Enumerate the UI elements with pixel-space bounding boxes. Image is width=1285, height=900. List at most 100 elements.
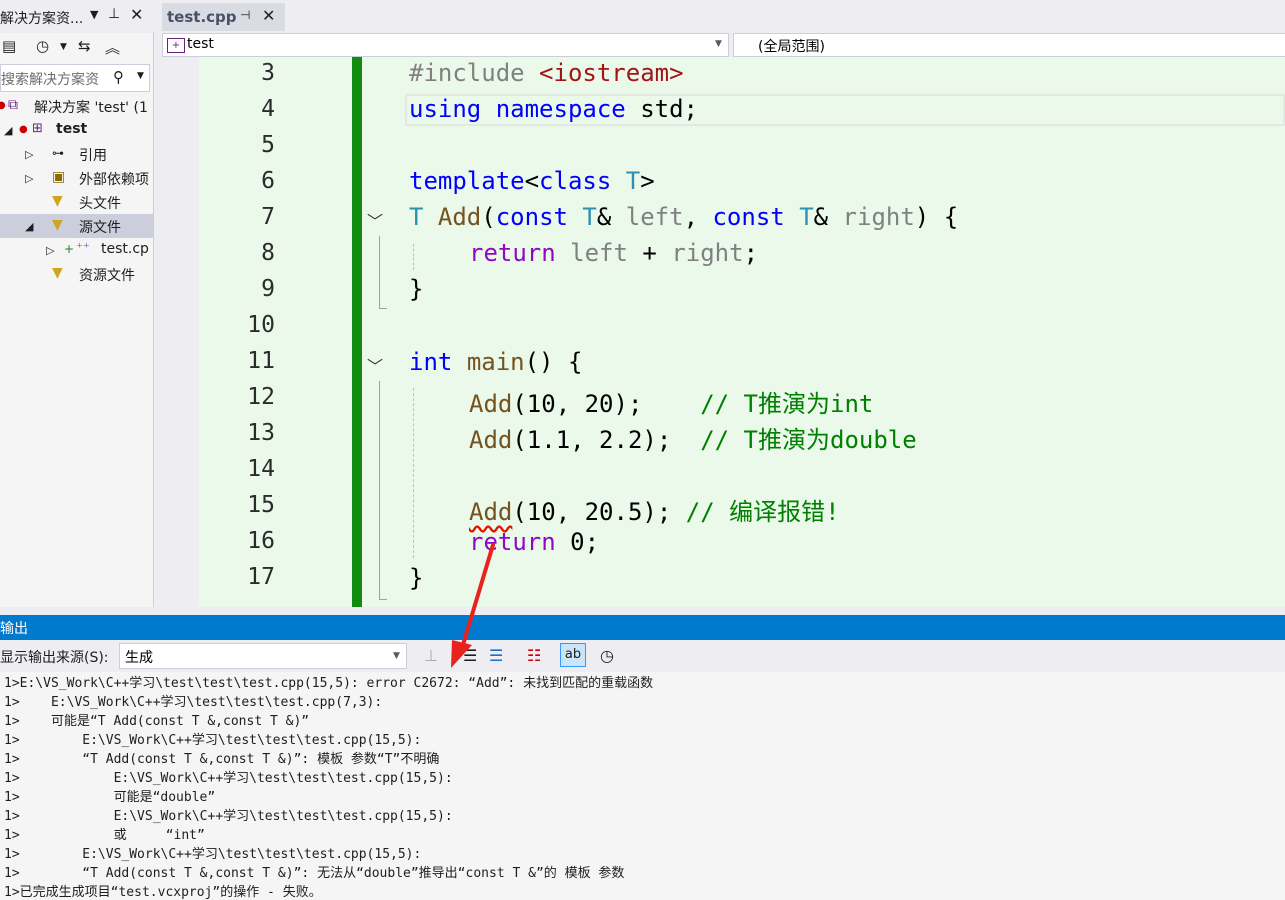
- output-panel-header: 输出: [0, 615, 1285, 640]
- keyword-token: using: [409, 95, 482, 123]
- tab-test-cpp[interactable]: test.cpp ⊣ ✕: [162, 3, 285, 31]
- code-line-7: T Add(const T& left, const T& right) {: [409, 203, 958, 231]
- code-token: (10, 20.5);: [512, 498, 686, 526]
- preprocessor-token: #include: [409, 59, 540, 87]
- pin-icon[interactable]: ⊣: [240, 8, 250, 22]
- indent-guide: [413, 244, 414, 270]
- output-line: 1> E:\VS_Work\C++学习\test\test\test.cpp(1…: [4, 809, 453, 824]
- project-scope-value: test: [187, 36, 214, 52]
- output-panel-title: 输出: [0, 621, 28, 637]
- tree-item-references[interactable]: ▷ ⊶ 引用: [0, 142, 153, 166]
- output-source-value: 生成: [125, 650, 153, 666]
- output-line: 1> 可能是“double”: [4, 790, 216, 805]
- pin-icon[interactable]: ⊥: [108, 6, 120, 22]
- solution-icon: ⧉: [8, 97, 18, 113]
- code-token: <: [524, 167, 540, 195]
- line-number: 12: [247, 384, 275, 410]
- properties-icon[interactable]: ▤: [2, 37, 16, 55]
- type-token: T: [799, 203, 814, 231]
- param-token: right: [842, 203, 915, 231]
- chevron-down-icon[interactable]: ▼: [715, 39, 722, 49]
- fold-chevron-icon[interactable]: ﹀: [367, 353, 387, 377]
- filter-folder-icon: ▼: [52, 265, 63, 281]
- code-line-12: Add(10, 20); // T推演为int: [469, 384, 873, 419]
- error-squiggle-token[interactable]: Add: [469, 498, 512, 526]
- chevron-down-icon[interactable]: ▼: [393, 651, 400, 661]
- cpp-project-icon: ⊞: [32, 121, 43, 136]
- code-line-6: template<class T>: [409, 167, 655, 195]
- function-token: main: [466, 348, 525, 376]
- expanded-triangle-icon[interactable]: ◢: [25, 220, 33, 233]
- line-number: 11: [247, 348, 275, 374]
- function-token: Add: [469, 426, 513, 454]
- solution-explorer-title-bar: 解决方案资... ▼ ⊥ ✕: [0, 0, 153, 33]
- filter-folder-icon: ▼: [52, 193, 63, 209]
- output-line: 1> E:\VS_Work\C++学习\test\test\test.cpp(1…: [4, 733, 422, 748]
- global-scope-dropdown[interactable]: (全局范围): [733, 33, 1285, 57]
- code-token: std;: [625, 95, 698, 123]
- tree-item-label: 源文件: [79, 220, 121, 236]
- code-line-4: using namespace std;: [409, 95, 698, 123]
- line-number: 7: [261, 204, 275, 230]
- code-token: ;: [743, 239, 759, 267]
- previous-message-icon[interactable]: ☰: [463, 646, 477, 665]
- tree-item-external-deps[interactable]: ▷ ▣ 外部依赖项: [0, 166, 153, 190]
- clock-icon[interactable]: ◷: [600, 646, 614, 665]
- project-scope-dropdown[interactable]: + test ▼: [162, 33, 729, 57]
- solution-search-input[interactable]: 搜索解决方案资 ⚲ ▼: [0, 64, 150, 92]
- code-token: (1.1, 2.2);: [512, 426, 701, 454]
- scope-guide-end: [379, 599, 387, 600]
- code-line-9: }: [409, 275, 424, 303]
- word-wrap-icon[interactable]: ab: [560, 643, 586, 667]
- close-icon[interactable]: ✕: [262, 6, 275, 25]
- next-message-icon[interactable]: ☰: [489, 646, 503, 665]
- code-line-15: Add(10, 20.5); // 编译报错!: [469, 492, 840, 527]
- tree-item-source-files[interactable]: ◢ ▼ 源文件: [0, 214, 153, 238]
- code-token: ) {: [914, 203, 959, 231]
- tree-item-label: 解决方案 'test' (1: [34, 100, 148, 116]
- param-token: left: [625, 203, 684, 231]
- cpp-project-icon: +: [167, 38, 185, 53]
- keyword-token: class: [539, 167, 612, 195]
- output-text-area[interactable]: 1>E:\VS_Work\C++学习\test\test\test.cpp(15…: [0, 672, 1285, 900]
- clear-all-icon[interactable]: ☷: [527, 646, 541, 665]
- search-icon[interactable]: ⚲: [113, 68, 124, 86]
- line-number: 9: [261, 276, 275, 302]
- tree-item-header-files[interactable]: ▼ 头文件: [0, 190, 153, 214]
- output-source-dropdown[interactable]: 生成 ▼: [119, 643, 407, 669]
- line-number: 13: [247, 420, 275, 446]
- status-dot-icon: ●: [19, 124, 28, 135]
- scope-guide-line: [379, 236, 380, 308]
- collapse-all-icon[interactable]: ︽: [105, 37, 120, 58]
- external-deps-icon: ▣: [52, 169, 66, 185]
- tree-item-resource-files[interactable]: ▼ 资源文件: [0, 262, 153, 286]
- filter-folder-icon: ▼: [52, 217, 63, 233]
- plus-icon: +: [64, 242, 75, 256]
- line-number: 5: [261, 132, 275, 158]
- tree-item-label: 资源文件: [79, 268, 135, 284]
- cpp-file-icon: ⁺⁺: [76, 241, 90, 256]
- collapsed-triangle-icon[interactable]: ▷: [25, 172, 33, 185]
- tree-item-project[interactable]: ◢ ● ⊞ test: [0, 118, 153, 142]
- chevron-down-icon[interactable]: ▼: [90, 8, 98, 21]
- sync-icon[interactable]: ⇆: [78, 37, 91, 55]
- close-icon[interactable]: ✕: [130, 5, 143, 24]
- output-line: 1> 可能是“T Add(const T &,const T &)”: [4, 714, 310, 729]
- tree-item-test-cpp[interactable]: ▷ + ⁺⁺ test.cp: [0, 238, 153, 262]
- line-number: 16: [247, 528, 275, 554]
- output-line: 1> “T Add(const T &,const T &)”: 模板 参数“T…: [4, 752, 440, 767]
- code-token: (: [481, 203, 496, 231]
- global-scope-value: (全局范围): [758, 39, 825, 55]
- chevron-down-icon[interactable]: ▼: [137, 71, 144, 81]
- output-line: 1> E:\VS_Work\C++学习\test\test\test.cpp(7…: [4, 695, 383, 710]
- collapsed-triangle-icon[interactable]: ▷: [46, 244, 54, 257]
- chevron-down-icon[interactable]: ▼: [60, 42, 67, 52]
- history-icon[interactable]: ◷: [36, 37, 49, 55]
- goto-error-icon[interactable]: ⊥: [424, 646, 438, 665]
- tree-item-solution[interactable]: ● ⧉ 解决方案 'test' (1: [0, 94, 153, 118]
- fold-chevron-icon[interactable]: ﹀: [367, 208, 387, 232]
- expanded-triangle-icon[interactable]: ◢: [4, 124, 12, 137]
- collapsed-triangle-icon[interactable]: ▷: [25, 148, 33, 161]
- tree-item-label: test: [56, 121, 88, 137]
- code-line-16: return 0;: [469, 528, 599, 556]
